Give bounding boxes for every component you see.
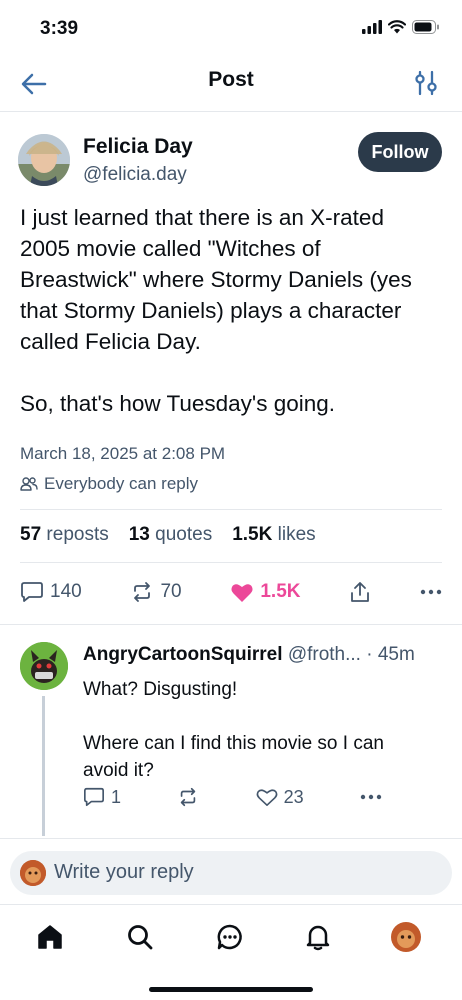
reply-header: AngryCartoonSquirrel @froth... · 45m — [83, 644, 415, 666]
tab-notifications[interactable] — [300, 919, 336, 955]
post-text: I just learned that there is an X-rated … — [20, 202, 440, 450]
avatar[interactable] — [20, 642, 68, 690]
signal-icon — [362, 20, 382, 34]
wifi-icon — [388, 20, 406, 34]
reply-like-count: 23 — [283, 786, 304, 807]
reply-paragraph: Where can I find this movie so I can avo… — [83, 733, 384, 781]
avatar — [20, 860, 46, 886]
bell-icon — [306, 925, 330, 951]
tab-profile[interactable] — [388, 919, 424, 955]
author-avatar-image — [18, 134, 70, 186]
home-indicator — [149, 987, 313, 992]
post-paragraph: I just learned that there is an X-rated … — [20, 205, 412, 354]
post-author: Felicia Day @felicia.day Follow — [0, 130, 462, 190]
people-icon — [20, 477, 38, 491]
repost-count: 70 — [160, 581, 182, 602]
reply-reply-count: 1 — [111, 786, 122, 807]
more-icon — [360, 794, 382, 800]
reply-paragraph: What? Disgusting! — [83, 679, 238, 700]
divider — [20, 509, 442, 510]
repost-button[interactable]: 70 — [130, 580, 182, 604]
chat-icon — [217, 924, 242, 950]
thread-settings-button[interactable] — [414, 70, 440, 96]
repost-icon — [181, 787, 196, 807]
page-title: Post — [208, 68, 254, 91]
status-icons — [362, 20, 440, 34]
reply-repost-button[interactable] — [177, 786, 199, 808]
post-stats: 57 reposts 13 quotes 1.5K likes — [20, 524, 316, 546]
reposts-stat[interactable]: 57 reposts — [20, 524, 109, 546]
bottom-tab-bar — [0, 904, 462, 1000]
reply-permission[interactable]: Everybody can reply — [20, 474, 198, 494]
my-avatar-image — [20, 860, 46, 886]
battery-icon — [412, 20, 439, 34]
comment-icon — [21, 582, 43, 602]
heart-outline-icon — [256, 789, 278, 806]
reply-input[interactable]: Write your reply — [10, 851, 452, 895]
reply-time: · 45m — [366, 644, 415, 665]
search-icon — [128, 925, 153, 950]
compose-area: Write your reply — [0, 838, 462, 904]
thread-line — [42, 696, 45, 836]
reply-count: 140 — [50, 581, 82, 602]
reply-reply-button[interactable]: 1 — [83, 786, 121, 808]
quotes-stat[interactable]: 13 quotes — [129, 524, 212, 546]
repost-icon — [134, 582, 151, 602]
more-options-button[interactable] — [420, 589, 442, 595]
reply-input-placeholder: Write your reply — [54, 861, 194, 883]
more-icon — [420, 589, 442, 595]
reply-like-button[interactable]: 23 — [256, 787, 304, 808]
post-timestamp: March 18, 2025 at 2:08 PM — [20, 444, 226, 463]
reply-button[interactable]: 140 — [20, 580, 82, 604]
follow-button[interactable]: Follow — [358, 132, 442, 172]
divider — [20, 562, 442, 563]
avatar[interactable] — [18, 134, 70, 186]
comment-icon — [84, 787, 104, 807]
post-actions: 140 70 1.5K — [20, 574, 442, 610]
status-bar: 3:39 — [0, 0, 462, 58]
tab-home[interactable] — [32, 919, 68, 955]
reply-permission-label: Everybody can reply — [44, 474, 199, 493]
divider — [0, 624, 462, 625]
author-handle[interactable]: @felicia.day — [83, 164, 187, 186]
reply-item[interactable]: AngryCartoonSquirrel @froth... · 45m Wha… — [0, 640, 462, 840]
tune-icon — [415, 70, 437, 96]
share-icon — [351, 582, 370, 602]
post-paragraph: So, that's how Tuesday's going. — [20, 391, 336, 416]
status-time: 3:39 — [40, 18, 79, 39]
reply-author-handle[interactable]: @froth... — [288, 644, 361, 665]
reply-actions: 1 23 — [83, 786, 382, 808]
reply-more-button[interactable] — [360, 794, 382, 800]
tab-search[interactable] — [122, 919, 158, 955]
reply-avatar-image — [20, 642, 68, 690]
author-name[interactable]: Felicia Day — [83, 135, 193, 159]
like-button[interactable]: 1.5K — [230, 581, 300, 603]
share-button[interactable] — [349, 580, 371, 604]
profile-avatar-image — [391, 922, 421, 952]
heart-icon — [231, 584, 253, 602]
nav-header: Post — [0, 58, 462, 112]
tab-chat[interactable] — [212, 919, 248, 955]
home-icon — [38, 925, 62, 949]
likes-stat[interactable]: 1.5K likes — [232, 524, 315, 546]
like-count: 1.5K — [260, 581, 301, 602]
reply-author-name[interactable]: AngryCartoonSquirrel — [83, 644, 283, 665]
